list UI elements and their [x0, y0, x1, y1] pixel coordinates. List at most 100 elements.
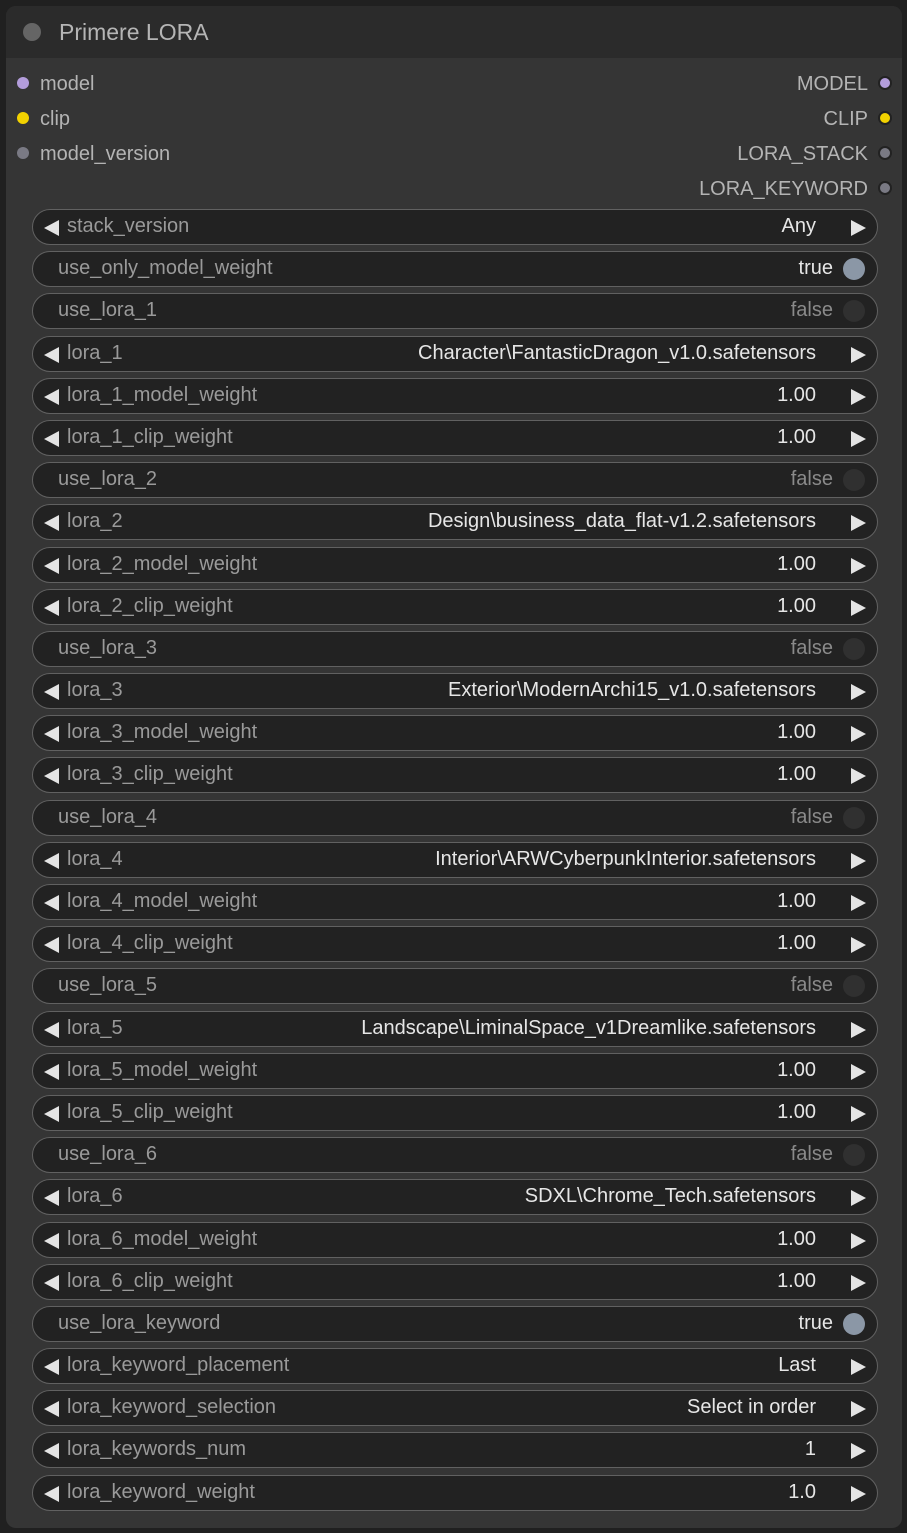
- increment-arrow-right-icon[interactable]: [851, 1063, 866, 1080]
- increment-arrow-right-icon[interactable]: [851, 1274, 866, 1291]
- increment-arrow-right-icon[interactable]: [851, 937, 866, 954]
- number-lora-2-model-weight[interactable]: lora_2_model_weight 1.00: [32, 546, 878, 583]
- decrement-arrow-left-icon[interactable]: [44, 1063, 59, 1080]
- decrement-arrow-left-icon[interactable]: [44, 852, 59, 869]
- increment-arrow-right-icon[interactable]: [851, 1443, 866, 1460]
- number-lora-2-clip-weight[interactable]: lora_2_clip_weight 1.00: [32, 588, 878, 625]
- increment-arrow-right-icon[interactable]: [851, 557, 866, 574]
- toggle-knob-icon[interactable]: [843, 1312, 865, 1335]
- increment-arrow-right-icon[interactable]: [851, 388, 866, 405]
- output-clip-dot-icon[interactable]: [878, 110, 892, 125]
- toggle-knob-icon[interactable]: [843, 1144, 865, 1167]
- increment-arrow-right-icon[interactable]: [851, 430, 866, 447]
- combo-lora-5[interactable]: lora_5 Landscape\LiminalSpace_v1Dreamlike…: [32, 1010, 878, 1047]
- increment-arrow-right-icon[interactable]: [851, 515, 866, 532]
- combo-stack-version[interactable]: stack_version Any: [32, 209, 878, 245]
- input-model-version-dot-icon[interactable]: [17, 146, 29, 159]
- decrement-arrow-left-icon[interactable]: [44, 937, 59, 954]
- toggle-knob-icon[interactable]: [843, 806, 865, 829]
- toggle-knob-icon[interactable]: [843, 258, 865, 281]
- increment-arrow-right-icon[interactable]: [851, 1021, 866, 1038]
- number-lora-6-model-weight[interactable]: lora_6_model_weight 1.00: [32, 1221, 878, 1258]
- toggle-use-lora-5[interactable]: use_lora_5 false: [32, 968, 878, 1005]
- combo-lora-4[interactable]: lora_4 Interior\ARWCyberpunkInterior.safe…: [32, 841, 878, 878]
- toggle-use-lora-2[interactable]: use_lora_2 false: [32, 462, 878, 499]
- decrement-arrow-left-icon[interactable]: [44, 1105, 59, 1122]
- number-lora-keyword-weight[interactable]: lora_keyword_weight 1.0: [32, 1474, 878, 1511]
- number-lora-1-clip-weight[interactable]: lora_1_clip_weight 1.00: [32, 419, 878, 456]
- input-slot-model-version[interactable]: model_version: [17, 141, 170, 167]
- decrement-arrow-left-icon[interactable]: [44, 1359, 59, 1376]
- decrement-arrow-left-icon[interactable]: [44, 895, 59, 911]
- toggle-knob-icon[interactable]: [843, 469, 865, 492]
- number-lora-4-model-weight[interactable]: lora_4_model_weight 1.00: [32, 884, 878, 920]
- combo-lora-keyword-placement[interactable]: lora_keyword_placement Last: [32, 1348, 878, 1385]
- decrement-arrow-left-icon[interactable]: [44, 599, 59, 616]
- decrement-arrow-left-icon[interactable]: [44, 684, 59, 701]
- increment-arrow-right-icon[interactable]: [851, 220, 866, 236]
- decrement-arrow-left-icon[interactable]: [44, 220, 59, 236]
- decrement-arrow-left-icon[interactable]: [44, 1274, 59, 1291]
- input-clip-dot-icon[interactable]: [17, 111, 29, 124]
- node-title-bar[interactable]: Primere LORA: [6, 6, 902, 58]
- number-lora-5-clip-weight[interactable]: lora_5_clip_weight 1.00: [32, 1094, 878, 1131]
- output-slot-clip[interactable]: CLIP: [824, 106, 892, 132]
- decrement-arrow-left-icon[interactable]: [44, 1443, 59, 1460]
- increment-arrow-right-icon[interactable]: [851, 1190, 866, 1207]
- output-model-dot-icon[interactable]: [878, 75, 892, 90]
- increment-arrow-right-icon[interactable]: [851, 599, 866, 616]
- toggle-use-lora-4[interactable]: use_lora_4 false: [32, 799, 878, 836]
- input-slot-clip[interactable]: clip: [17, 106, 70, 132]
- output-slot-lora-keyword[interactable]: LORA_KEYWORD: [699, 176, 892, 202]
- combo-lora-3[interactable]: lora_3 Exterior\ModernArchi15_v1.0.safete…: [32, 673, 878, 710]
- primere-lora-node[interactable]: Primere LORA model clip model_version MO…: [6, 6, 902, 1528]
- increment-arrow-right-icon[interactable]: [851, 1232, 866, 1249]
- decrement-arrow-left-icon[interactable]: [44, 1401, 59, 1418]
- increment-arrow-right-icon[interactable]: [851, 1359, 866, 1376]
- input-model-dot-icon[interactable]: [17, 76, 29, 89]
- output-lora-stack-dot-icon[interactable]: [878, 145, 892, 160]
- toggle-use-only-model-weight[interactable]: use_only_model_weight true: [32, 251, 878, 288]
- input-slot-model[interactable]: model: [17, 71, 94, 97]
- output-slot-model[interactable]: MODEL: [797, 71, 892, 97]
- increment-arrow-right-icon[interactable]: [851, 895, 866, 911]
- toggle-knob-icon[interactable]: [843, 975, 865, 998]
- output-slot-lora-stack[interactable]: LORA_STACK: [737, 141, 892, 167]
- toggle-knob-icon[interactable]: [843, 300, 865, 323]
- decrement-arrow-left-icon[interactable]: [44, 346, 59, 363]
- toggle-use-lora-1[interactable]: use_lora_1 false: [32, 293, 878, 330]
- toggle-use-lora-6[interactable]: use_lora_6 false: [32, 1137, 878, 1174]
- decrement-arrow-left-icon[interactable]: [44, 1485, 59, 1502]
- toggle-knob-icon[interactable]: [843, 637, 865, 660]
- decrement-arrow-left-icon[interactable]: [44, 430, 59, 447]
- increment-arrow-right-icon[interactable]: [851, 684, 866, 701]
- number-lora-4-clip-weight[interactable]: lora_4_clip_weight 1.00: [32, 926, 878, 963]
- combo-lora-2[interactable]: lora_2 Design\business_data_flat-v1.2.saf…: [32, 504, 878, 541]
- increment-arrow-right-icon[interactable]: [851, 1105, 866, 1122]
- number-lora-1-model-weight[interactable]: lora_1_model_weight 1.00: [32, 377, 878, 414]
- number-lora-6-clip-weight[interactable]: lora_6_clip_weight 1.00: [32, 1263, 878, 1300]
- decrement-arrow-left-icon[interactable]: [44, 557, 59, 574]
- toggle-use-lora-keyword[interactable]: use_lora_keyword true: [32, 1305, 878, 1342]
- collapse-dot-icon[interactable]: [23, 23, 41, 41]
- decrement-arrow-left-icon[interactable]: [44, 1232, 59, 1249]
- increment-arrow-right-icon[interactable]: [851, 1485, 866, 1502]
- increment-arrow-right-icon[interactable]: [851, 852, 866, 869]
- increment-arrow-right-icon[interactable]: [851, 726, 866, 743]
- number-lora-5-model-weight[interactable]: lora_5_model_weight 1.00: [32, 1052, 878, 1089]
- combo-lora-6[interactable]: lora_6 SDXL\Chrome_Tech.safetensors: [32, 1179, 878, 1216]
- toggle-use-lora-3[interactable]: use_lora_3 false: [32, 630, 878, 667]
- decrement-arrow-left-icon[interactable]: [44, 1021, 59, 1038]
- combo-lora-keyword-selection[interactable]: lora_keyword_selection Select in order: [32, 1390, 878, 1427]
- number-lora-3-model-weight[interactable]: lora_3_model_weight 1.00: [32, 715, 878, 752]
- number-lora-3-clip-weight[interactable]: lora_3_clip_weight 1.00: [32, 757, 878, 794]
- decrement-arrow-left-icon[interactable]: [44, 768, 59, 785]
- number-lora-keywords-num[interactable]: lora_keywords_num 1: [32, 1432, 878, 1469]
- decrement-arrow-left-icon[interactable]: [44, 388, 59, 405]
- increment-arrow-right-icon[interactable]: [851, 768, 866, 785]
- decrement-arrow-left-icon[interactable]: [44, 1190, 59, 1207]
- output-lora-keyword-dot-icon[interactable]: [878, 180, 892, 195]
- increment-arrow-right-icon[interactable]: [851, 1401, 866, 1418]
- decrement-arrow-left-icon[interactable]: [44, 726, 59, 743]
- combo-lora-1[interactable]: lora_1 Character\FantasticDragon_v1.0.saf…: [32, 335, 878, 372]
